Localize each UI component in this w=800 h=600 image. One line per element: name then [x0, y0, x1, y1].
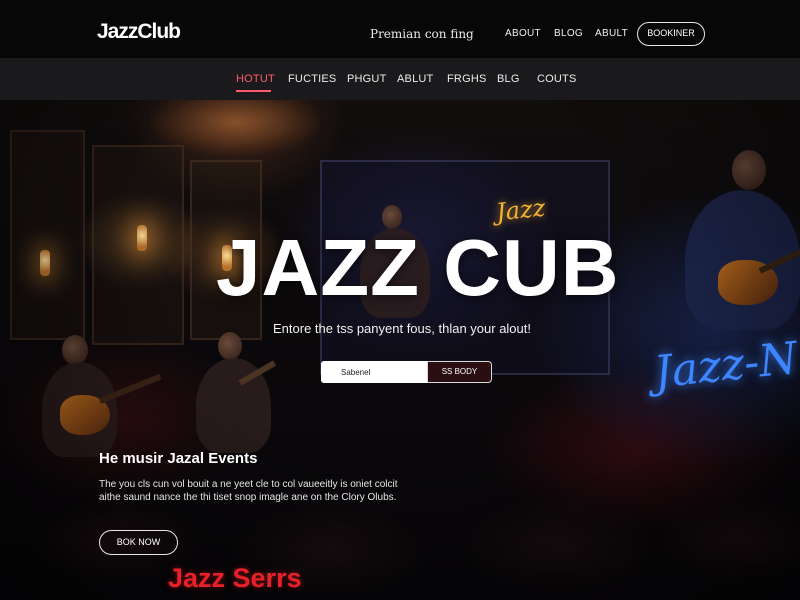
active-tab-indicator [236, 90, 271, 92]
site-logo[interactable]: JazzClub [97, 20, 181, 44]
hero-subtitle: Entore the tss panyent fous, thlan your … [273, 321, 531, 336]
subnav-item-couts[interactable]: COUTS [537, 73, 577, 85]
topnav-item-abult[interactable]: ABULT [595, 28, 628, 39]
subscribe-button[interactable]: SS BODY [427, 361, 492, 383]
subnav-item-ablut[interactable]: ABLUT [397, 73, 433, 85]
events-description: The you cls cun vol bouit a ne yeet cle … [99, 479, 398, 503]
top-header: JazzClub Premian con fing ABOUT BLOG ABU… [0, 0, 800, 58]
hero-title: JAZZ CUB [216, 223, 620, 312]
email-input[interactable] [321, 361, 427, 383]
subnav-item-fucties[interactable]: FUCTIES [288, 73, 336, 85]
subnav-item-frghs[interactable]: FRGHS [447, 73, 487, 85]
topnav-item-about[interactable]: ABOUT [505, 28, 541, 39]
events-heading: He musir Jazal Events [99, 450, 258, 467]
subnav-item-blg[interactable]: BLG [497, 73, 520, 85]
site-tagline: Premian con fing [370, 27, 474, 41]
subnav-item-phgut[interactable]: PHGUT [347, 73, 387, 85]
topnav-item-blog[interactable]: BLOG [554, 28, 583, 39]
subnav-item-hotut[interactable]: HOTUT [236, 73, 275, 85]
booking-button[interactable]: BOOKINER [637, 22, 705, 46]
series-title: Jazz Serrs [168, 563, 302, 593]
book-now-button[interactable]: BOK NOW [99, 530, 178, 555]
secondary-nav: HOTUT FUCTIES PHGUT ABLUT FRGHS BLG COUT… [0, 58, 800, 100]
